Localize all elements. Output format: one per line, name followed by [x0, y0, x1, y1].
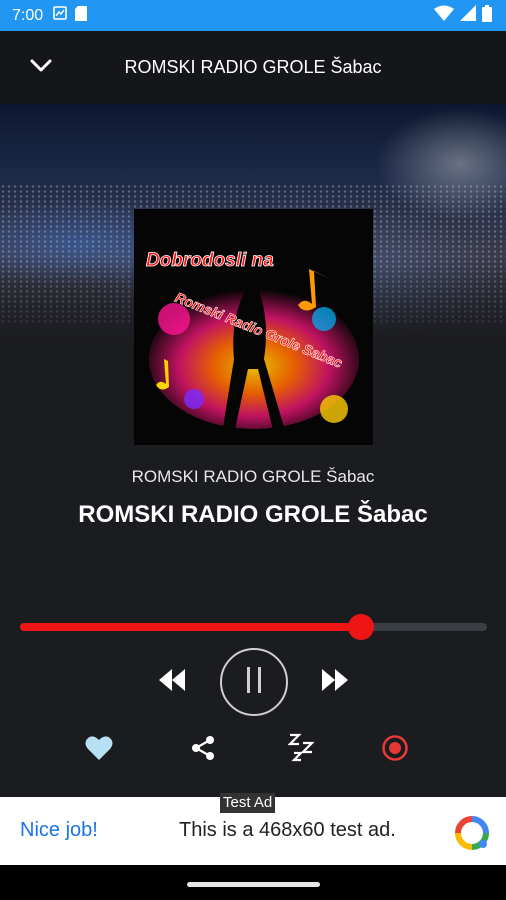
- ad-headline: Nice job!: [20, 819, 98, 841]
- pause-icon: [243, 665, 265, 700]
- album-art-line1: Dobrodosli na: [146, 250, 274, 271]
- ad-tag: Test Ad: [220, 793, 276, 813]
- record-button[interactable]: [378, 733, 412, 767]
- header-title: ROMSKI RADIO GROLE Šabac: [124, 57, 382, 77]
- fast-forward-icon: [320, 667, 350, 698]
- battery-icon: [482, 4, 492, 27]
- sd-card-icon: [75, 5, 88, 26]
- action-row: [0, 733, 506, 767]
- sleep-timer-button[interactable]: [285, 733, 319, 767]
- share-icon: [191, 735, 215, 766]
- sleep-timer-icon: [287, 733, 316, 768]
- heart-icon: [85, 735, 113, 766]
- progress-slider[interactable]: [20, 614, 487, 640]
- progress-fill: [20, 623, 361, 631]
- photo-icon: [53, 6, 67, 25]
- fast-forward-button[interactable]: [318, 667, 352, 697]
- rewind-icon: [157, 667, 187, 698]
- favorite-button[interactable]: [82, 733, 116, 767]
- station-title: ROMSKI RADIO GROLE Šabac: [78, 501, 428, 528]
- ad-text: This is a 468x60 test ad.: [179, 819, 396, 841]
- signal-icon: [460, 5, 476, 26]
- wifi-icon: [434, 5, 454, 26]
- home-gesture-handle[interactable]: [187, 882, 320, 887]
- station-subtitle: ROMSKI RADIO GROLE Šabac: [131, 467, 375, 486]
- record-icon: [381, 734, 409, 767]
- app-header: ROMSKI RADIO GROLE Šabac: [0, 31, 506, 104]
- album-art: Dobrodosli na Romski Radio Grole Sabac: [134, 209, 373, 445]
- status-time: 7:00: [12, 6, 44, 24]
- ad-logo[interactable]: [454, 815, 490, 851]
- share-button[interactable]: [186, 733, 220, 767]
- rewind-button[interactable]: [155, 667, 189, 697]
- navigation-bar: [0, 865, 506, 900]
- ad-banner[interactable]: Test Ad Nice job! This is a 468x60 test …: [0, 793, 506, 865]
- playback-controls: [0, 648, 506, 716]
- album-art-graphic: Dobrodosli na Romski Radio Grole Sabac: [134, 209, 373, 445]
- status-bar: 7:00: [0, 0, 506, 31]
- progress-thumb[interactable]: [347, 614, 374, 640]
- ad-choices-icon: [454, 816, 490, 855]
- play-pause-button[interactable]: [220, 648, 288, 716]
